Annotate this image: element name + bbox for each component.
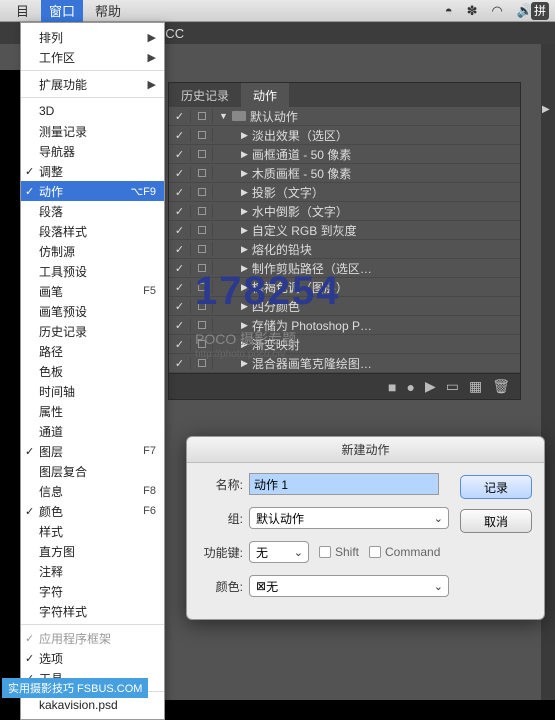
menu-item-0[interactable]: 排列▶ bbox=[21, 27, 164, 47]
menu-item-17[interactable]: 路径 bbox=[21, 341, 164, 361]
panel-footer: ■ ● ▶ ▭ ▦ 🗑 bbox=[169, 373, 520, 399]
menu-item-help[interactable]: 帮助 bbox=[87, 0, 129, 22]
menu-item-8[interactable]: ✓调整 bbox=[21, 161, 164, 181]
menu-item-16[interactable]: 历史记录 bbox=[21, 321, 164, 341]
menu-item-5[interactable]: 3D bbox=[21, 101, 164, 121]
action-row[interactable]: ✓▶淡出效果（选区） bbox=[169, 126, 520, 145]
play-button-icon[interactable]: ▶ bbox=[542, 104, 554, 116]
name-label: 名称: bbox=[199, 476, 249, 493]
action-row[interactable]: ✓▶熔化的铅块 bbox=[169, 240, 520, 259]
new-icon[interactable]: ▦ bbox=[469, 378, 482, 395]
panel-tabs: 历史记录 动作 bbox=[169, 83, 520, 107]
menu-item-18[interactable]: 色板 bbox=[21, 361, 164, 381]
menu-item-22[interactable]: ✓图层F7 bbox=[21, 441, 164, 461]
action-row[interactable]: ✓▶画框通道 - 50 像素 bbox=[169, 145, 520, 164]
menu-item-10[interactable]: 段落 bbox=[21, 201, 164, 221]
menu-item-13[interactable]: 工具预设 bbox=[21, 261, 164, 281]
new-action-dialog: 新建动作 记录 取消 名称: 组: 默认动作 功能键: 无 Shift Comm… bbox=[186, 436, 545, 620]
record-icon[interactable]: ● bbox=[407, 379, 415, 395]
record-button[interactable]: 记录 bbox=[460, 475, 532, 499]
watermark-brand: POCO 摄影专题 http://photo.poco.cn/ bbox=[195, 329, 296, 360]
stop-icon[interactable]: ■ bbox=[388, 379, 396, 395]
menu-item-25[interactable]: ✓颜色F6 bbox=[21, 501, 164, 521]
color-label: 颜色: bbox=[199, 578, 249, 595]
menu-item-29[interactable]: 字符 bbox=[21, 581, 164, 601]
action-row[interactable]: ✓▼默认动作 bbox=[169, 107, 520, 126]
menubar: 目 窗口 帮助 ◓ ✽ ◠ 🔊 bbox=[0, 0, 555, 22]
wifi-icon[interactable]: ◠ bbox=[491, 3, 502, 19]
menu-item-9[interactable]: ✓动作⌥F9 bbox=[21, 181, 164, 201]
fkey-label: 功能键: bbox=[199, 544, 249, 561]
watermark-number: 178254 bbox=[195, 269, 340, 314]
input-method-indicator[interactable]: 拼 bbox=[531, 2, 549, 20]
menu-item-36[interactable]: kakavision.psd bbox=[21, 695, 164, 715]
folder-icon[interactable]: ▭ bbox=[446, 378, 459, 395]
name-input[interactable] bbox=[249, 473, 439, 495]
action-row[interactable]: ✓▶木质画框 - 50 像素 bbox=[169, 164, 520, 183]
menu-item-33[interactable]: ✓选项 bbox=[21, 648, 164, 668]
menu-item-26[interactable]: 样式 bbox=[21, 521, 164, 541]
menu-item-3[interactable]: 扩展功能▶ bbox=[21, 74, 164, 94]
qq-icon[interactable]: ◓ bbox=[445, 3, 453, 18]
bluetooth-icon[interactable]: ✽ bbox=[467, 3, 478, 19]
menu-item-19[interactable]: 时间轴 bbox=[21, 381, 164, 401]
color-select[interactable]: ⊠ 无 bbox=[249, 575, 449, 597]
menu-item-20[interactable]: 属性 bbox=[21, 401, 164, 421]
action-row[interactable]: ✓▶自定义 RGB 到灰度 bbox=[169, 221, 520, 240]
menu-item-7[interactable]: 导航器 bbox=[21, 141, 164, 161]
menu-item-0[interactable]: 目 bbox=[8, 0, 37, 22]
command-checkbox[interactable]: Command bbox=[369, 545, 440, 559]
group-select[interactable]: 默认动作 bbox=[249, 507, 449, 529]
tab-history[interactable]: 历史记录 bbox=[169, 83, 241, 107]
menu-item-window[interactable]: 窗口 bbox=[41, 0, 83, 22]
menu-item-28[interactable]: 注释 bbox=[21, 561, 164, 581]
menu-item-15[interactable]: 画笔预设 bbox=[21, 301, 164, 321]
footer-watermark: 实用摄影技巧 FSBUS.COM bbox=[2, 678, 148, 698]
menu-item-30[interactable]: 字符样式 bbox=[21, 601, 164, 621]
menu-item-24[interactable]: 信息F8 bbox=[21, 481, 164, 501]
menu-item-23[interactable]: 图层复合 bbox=[21, 461, 164, 481]
menu-item-27[interactable]: 直方图 bbox=[21, 541, 164, 561]
fkey-select[interactable]: 无 bbox=[249, 541, 309, 563]
menu-item-6[interactable]: 测量记录 bbox=[21, 121, 164, 141]
cancel-button[interactable]: 取消 bbox=[460, 509, 532, 533]
shift-checkbox[interactable]: Shift bbox=[319, 545, 359, 559]
action-row[interactable]: ✓▶水中倒影（文字） bbox=[169, 202, 520, 221]
group-label: 组: bbox=[199, 510, 249, 527]
menu-item-1[interactable]: 工作区▶ bbox=[21, 47, 164, 67]
menu-item-12[interactable]: 仿制源 bbox=[21, 241, 164, 261]
trash-icon[interactable]: 🗑 bbox=[492, 378, 510, 395]
menu-item-21[interactable]: 通道 bbox=[21, 421, 164, 441]
action-row[interactable]: ✓▶投影（文字） bbox=[169, 183, 520, 202]
window-menu-dropdown: 排列▶工作区▶ 扩展功能▶ 3D测量记录导航器✓调整✓动作⌥F9段落段落样式仿制源工… bbox=[20, 22, 165, 720]
dialog-title: 新建动作 bbox=[187, 437, 544, 463]
menu-item-14[interactable]: 画笔F5 bbox=[21, 281, 164, 301]
play-icon[interactable]: ▶ bbox=[425, 378, 436, 395]
tab-actions[interactable]: 动作 bbox=[241, 83, 289, 107]
menu-item-32[interactable]: ✓应用程序框架 bbox=[21, 628, 164, 648]
menu-item-11[interactable]: 段落样式 bbox=[21, 221, 164, 241]
